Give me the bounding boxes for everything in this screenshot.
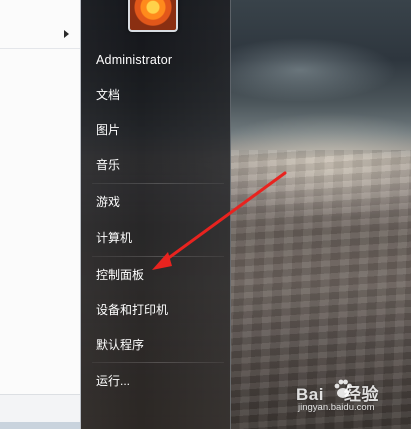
program-list-item[interactable] [0, 8, 80, 49]
menu-separator [92, 362, 224, 363]
paw-icon [334, 379, 352, 398]
watermark-url: jingyan.baidu.com [298, 402, 375, 413]
bottom-strip [0, 422, 80, 429]
menu-item-devices-printers[interactable]: 设备和打印机 [96, 302, 168, 318]
menu-item-default-programs[interactable]: 默认程序 [96, 337, 144, 353]
menu-item-control-panel[interactable]: 控制面板 [96, 267, 144, 283]
user-avatar[interactable] [128, 0, 178, 32]
arrow-right-icon[interactable] [64, 30, 69, 38]
menu-item-music[interactable]: 音乐 [96, 157, 120, 173]
menu-item-computer[interactable]: 计算机 [96, 230, 132, 246]
menu-item-pictures[interactable]: 图片 [96, 122, 120, 138]
watermark: Bai 经验 jingyan.baidu.com [296, 379, 406, 420]
menu-item-games[interactable]: 游戏 [96, 194, 120, 210]
menu-separator [92, 256, 224, 257]
start-menu-programs-pane [0, 0, 81, 429]
menu-item-run[interactable]: 运行... [96, 373, 130, 389]
menu-separator [92, 183, 224, 184]
menu-item-documents[interactable]: 文档 [96, 87, 120, 103]
menu-item-user[interactable]: Administrator [96, 52, 172, 68]
